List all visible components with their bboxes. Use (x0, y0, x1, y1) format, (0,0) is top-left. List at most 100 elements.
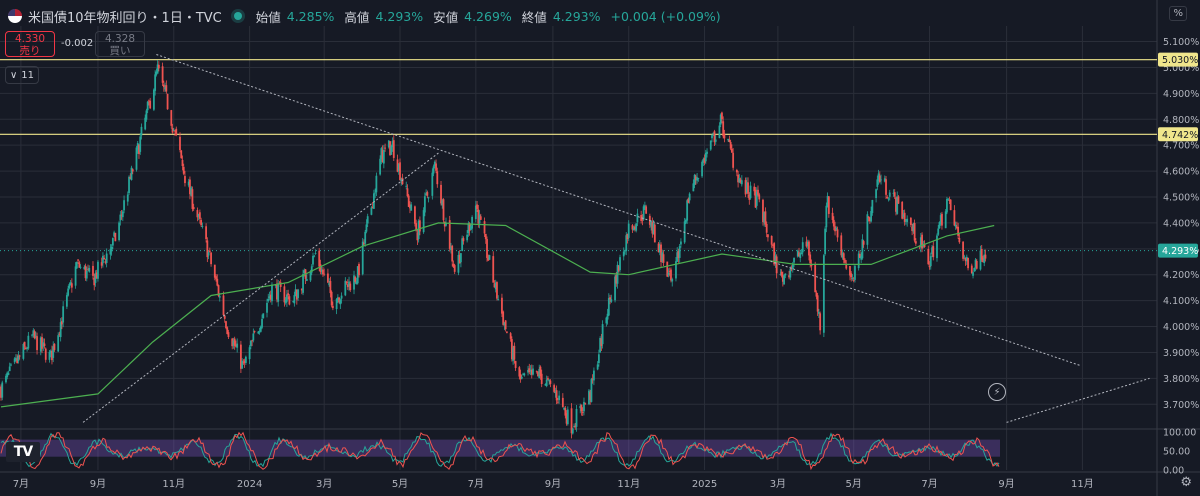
candle-body (410, 204, 413, 211)
candle-body (399, 162, 401, 181)
candle-body (597, 354, 600, 364)
candle-body (33, 331, 36, 339)
candle-body (553, 385, 556, 392)
candle-body (913, 223, 916, 241)
candle-body (885, 179, 887, 195)
candle-body (162, 84, 165, 88)
open-label: 始値 (255, 9, 281, 25)
sell-label: 売り (19, 45, 41, 57)
candle-body (488, 255, 491, 260)
gear-icon[interactable]: ⚙ (1180, 475, 1192, 490)
candle-body (643, 205, 646, 207)
candle-body (375, 175, 378, 193)
candle-body (92, 265, 94, 276)
percent-scale-button[interactable]: % (1169, 6, 1187, 21)
candle-body (888, 192, 891, 197)
buy-button[interactable]: 4.328 買い (95, 31, 145, 57)
candle-body (145, 110, 148, 120)
candle-body (852, 280, 855, 282)
candle-body (607, 298, 610, 316)
candle-body (253, 331, 256, 333)
candle-body (139, 136, 142, 152)
candle-body (460, 253, 462, 263)
candle-body (309, 271, 312, 281)
candle-body (297, 289, 299, 298)
candle-body (670, 269, 672, 281)
candle-body (302, 273, 304, 293)
candle-body (609, 297, 611, 300)
indicators-toggle-button[interactable]: ∨ 11 (5, 66, 39, 84)
candle-body (121, 211, 124, 218)
candle-body (205, 226, 207, 240)
candle-body (549, 380, 552, 384)
candle-body (329, 281, 332, 294)
candle-body (97, 261, 99, 279)
y-tick-label: 3.900% (1163, 348, 1199, 359)
candle-body (267, 298, 270, 302)
candle-body (954, 224, 957, 227)
candle-body (401, 178, 404, 185)
candle-body (140, 126, 143, 136)
candle-body (257, 331, 260, 334)
moving-average-line (0, 222, 995, 408)
candle-body (207, 252, 210, 256)
candle-body (944, 211, 947, 229)
candle-body (887, 198, 890, 200)
candle-body (514, 360, 517, 368)
y-tick-label: 4.500% (1163, 193, 1199, 204)
candle-body (827, 196, 830, 214)
candle-body (405, 185, 408, 187)
candle-body (686, 200, 689, 221)
x-tick-label: 2024 (237, 479, 262, 490)
candle-body (770, 235, 773, 245)
candle-body (575, 408, 578, 427)
symbol-title[interactable]: 米国債10年物利回り・1日・TVC (28, 7, 222, 26)
candle-body (819, 313, 822, 331)
candle-body (540, 373, 543, 385)
candle-body (236, 343, 239, 348)
candle-body (305, 278, 308, 281)
candle-body (128, 176, 130, 193)
y-tick-label: 4.700% (1163, 141, 1199, 152)
candle-body (392, 140, 395, 158)
candle-body (453, 265, 456, 272)
chevron-down-icon: ∨ (9, 69, 18, 81)
candle-body (547, 378, 549, 380)
candle-body (937, 228, 940, 235)
candle-body (354, 277, 357, 282)
candle-body (590, 379, 593, 402)
candle-body (862, 241, 865, 245)
candle-body (610, 299, 613, 302)
candle-body (114, 232, 117, 242)
candle-body (318, 250, 321, 267)
buy-price: 4.328 (104, 33, 136, 45)
candle-body (110, 246, 113, 252)
tradingview-logo[interactable]: TV (6, 442, 40, 462)
chart-canvas[interactable]: 5.100%5.000%4.900%4.800%4.700%4.600%4.50… (0, 0, 1200, 496)
candle-body (77, 259, 79, 261)
candle-body (970, 265, 973, 274)
candle-body (216, 278, 219, 286)
candle-body (601, 324, 604, 345)
low-value: 4.269% (464, 8, 512, 24)
y-tick-label: 4.800% (1163, 115, 1199, 126)
candle-body (261, 318, 263, 328)
candle-body (581, 412, 584, 414)
candle-body (962, 241, 964, 259)
trendline (82, 152, 439, 423)
x-tick-label: 2025 (692, 479, 717, 490)
change-value: +0.004 (+0.09%) (610, 8, 721, 24)
candle-body (561, 397, 564, 407)
x-tick-label: 3月 (316, 478, 332, 490)
candle-body (88, 267, 91, 272)
candle-body (496, 282, 498, 299)
candle-body (842, 253, 845, 261)
candle-body (893, 192, 896, 197)
y-tick-label: 4.600% (1163, 167, 1199, 178)
lightning-icon[interactable]: ⚡ (988, 383, 1006, 401)
candle-body (271, 284, 273, 302)
candle-body (921, 234, 923, 249)
candle-body (619, 257, 621, 271)
sell-button[interactable]: 4.330 売り (5, 31, 55, 57)
candle-body (701, 161, 703, 177)
